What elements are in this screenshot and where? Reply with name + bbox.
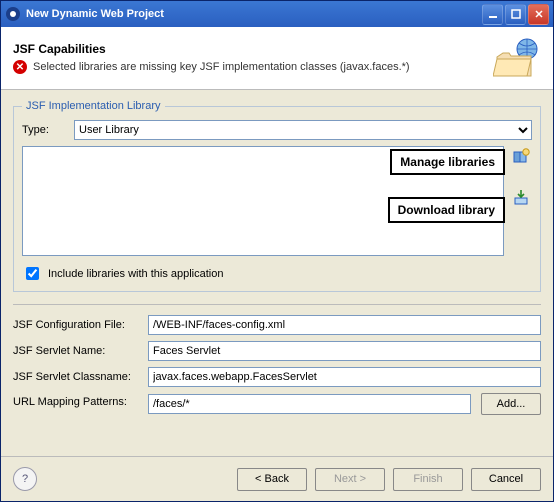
page-title: JSF Capabilities: [13, 42, 493, 56]
manage-libraries-callout: Manage libraries: [390, 149, 505, 175]
add-pattern-button[interactable]: Add...: [481, 393, 541, 415]
cancel-button[interactable]: Cancel: [471, 468, 541, 491]
url-patterns-label: URL Mapping Patterns:: [13, 393, 138, 408]
close-button[interactable]: [528, 4, 549, 25]
titlebar[interactable]: New Dynamic Web Project: [1, 1, 553, 27]
dialog-window: New Dynamic Web Project JSF Capabilities…: [0, 0, 554, 502]
next-button[interactable]: Next >: [315, 468, 385, 491]
folder-globe-icon: [493, 37, 541, 79]
back-button[interactable]: < Back: [237, 468, 307, 491]
config-file-input[interactable]: [148, 315, 541, 335]
manage-libraries-button[interactable]: [512, 148, 530, 166]
servlet-name-input[interactable]: [148, 341, 541, 361]
type-label: Type:: [22, 124, 68, 136]
error-icon: ✕: [13, 60, 27, 74]
error-message: Selected libraries are missing key JSF i…: [33, 61, 410, 73]
finish-button[interactable]: Finish: [393, 468, 463, 491]
servlet-class-input[interactable]: [148, 367, 541, 387]
help-button[interactable]: ?: [13, 467, 37, 491]
config-file-label: JSF Configuration File:: [13, 319, 138, 331]
minimize-button[interactable]: [482, 4, 503, 25]
fieldset-legend: JSF Implementation Library: [22, 100, 165, 112]
window-title: New Dynamic Web Project: [26, 8, 480, 20]
wizard-header: JSF Capabilities ✕ Selected libraries ar…: [1, 27, 553, 90]
url-patterns-input[interactable]: [148, 394, 471, 414]
app-icon: [5, 6, 21, 22]
jsf-library-fieldset: JSF Implementation Library Type: User Li…: [13, 100, 541, 292]
wizard-content: JSF Implementation Library Type: User Li…: [1, 90, 553, 456]
wizard-footer: ? < Back Next > Finish Cancel: [1, 456, 553, 501]
include-libraries-label: Include libraries with this application: [48, 268, 223, 280]
maximize-button[interactable]: [505, 4, 526, 25]
servlet-name-label: JSF Servlet Name:: [13, 345, 138, 357]
download-library-button[interactable]: [512, 188, 530, 206]
servlet-class-label: JSF Servlet Classname:: [13, 371, 138, 383]
library-listbox[interactable]: Manage libraries Download library: [22, 146, 504, 256]
include-libraries-checkbox[interactable]: [26, 267, 39, 280]
download-library-callout: Download library: [388, 197, 505, 223]
type-select[interactable]: User Library: [74, 120, 532, 140]
